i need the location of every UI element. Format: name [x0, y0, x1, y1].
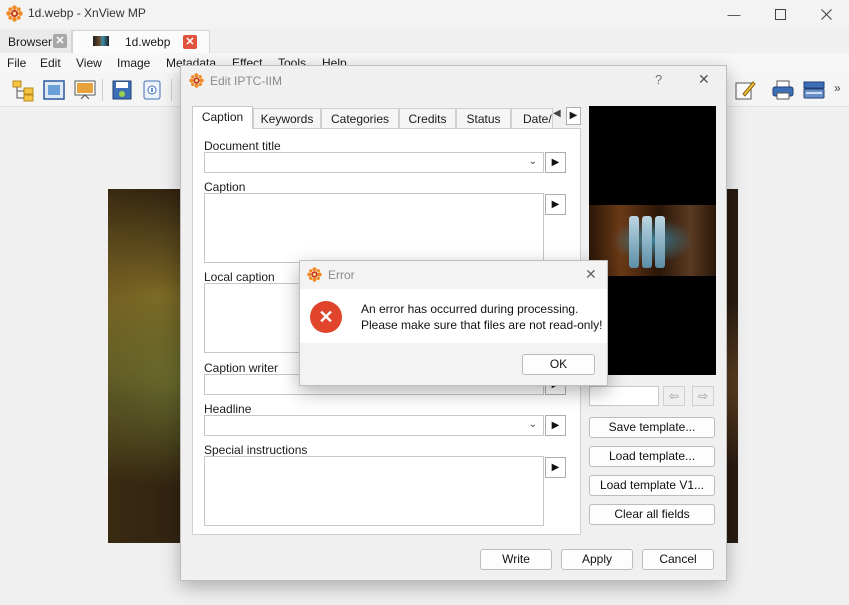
error-message-line1: An error has occurred during processing.: [361, 302, 579, 316]
image-preview: [589, 106, 716, 375]
scanner-icon[interactable]: [802, 78, 826, 102]
preview-phone-shape: [629, 216, 639, 268]
error-dialog: Error ✕ ✕ An error has occurred during p…: [299, 260, 608, 386]
dialog-title: Edit IPTC-IIM: [210, 74, 283, 88]
special-instructions-arrow-button[interactable]: ▶: [545, 457, 566, 478]
slideshow-icon[interactable]: [73, 78, 97, 102]
load-template-v1-button[interactable]: Load template V1...: [589, 475, 715, 496]
folder-tree-icon[interactable]: [11, 78, 35, 102]
close-error-button[interactable]: ✕: [585, 266, 597, 283]
xnview-logo-icon: [6, 5, 23, 22]
menu-file[interactable]: File: [7, 56, 26, 70]
caption-label: Caption: [204, 180, 246, 194]
tab-label: Browser: [8, 34, 53, 49]
close-icon: [820, 8, 832, 20]
error-message-line2: Please make sure that files are not read…: [361, 318, 603, 332]
dialog-title-bar: Edit IPTC-IIM ? ✕: [181, 66, 726, 96]
headline-label: Headline: [204, 402, 252, 416]
menu-edit[interactable]: Edit: [40, 56, 61, 70]
special-instructions-textarea[interactable]: [204, 456, 544, 526]
menu-view[interactable]: View: [76, 56, 102, 70]
window-title: 1d.webp - XnView MP: [28, 6, 146, 20]
chevron-down-icon: ⌄: [528, 156, 537, 167]
close-window-button[interactable]: [803, 0, 849, 28]
tab-browser[interactable]: Browser ✕: [0, 30, 72, 53]
caption-writer-label: Caption writer: [204, 361, 279, 375]
tab-scroll-left-icon[interactable]: ◀: [553, 108, 566, 124]
print-icon[interactable]: [771, 78, 795, 102]
save-template-button[interactable]: Save template...: [589, 417, 715, 438]
tab-credits[interactable]: Credits: [399, 108, 456, 128]
tab-date[interactable]: Date/: [511, 108, 553, 128]
toolbar-overflow-button[interactable]: »: [834, 81, 841, 95]
write-button[interactable]: Write: [480, 549, 552, 570]
properties-icon[interactable]: [140, 78, 164, 102]
tab-status[interactable]: Status: [456, 108, 511, 128]
tab-caption[interactable]: Caption: [192, 106, 253, 129]
tab-scroll-right-icon[interactable]: ▶: [566, 107, 581, 125]
help-button[interactable]: ?: [655, 72, 662, 87]
minimize-button[interactable]: —: [711, 0, 757, 28]
apply-button[interactable]: Apply: [561, 549, 633, 570]
preview-phone-shape: [642, 216, 652, 268]
save-icon[interactable]: [110, 78, 134, 102]
tab-keywords[interactable]: Keywords: [253, 108, 321, 128]
title-bar: 1d.webp - XnView MP —: [0, 0, 849, 28]
error-message-area: ✕ An error has occurred during processin…: [300, 289, 607, 343]
fit-window-icon[interactable]: [42, 78, 66, 102]
preview-phone-shape: [655, 216, 665, 268]
tab-image[interactable]: 1d.webp ✕: [72, 30, 210, 53]
preview-page-input[interactable]: [589, 386, 659, 406]
menu-image[interactable]: Image: [117, 56, 150, 70]
image-thumbnail-icon: [93, 36, 109, 46]
close-tab-icon[interactable]: ✕: [183, 35, 197, 49]
load-template-button[interactable]: Load template...: [589, 446, 715, 467]
xnview-logo-icon: [189, 73, 204, 88]
xnview-logo-icon: [307, 267, 322, 282]
error-title: Error: [328, 268, 355, 282]
caption-textarea[interactable]: [204, 193, 544, 263]
tab-label: 1d.webp: [125, 35, 171, 49]
maximize-icon: [774, 8, 786, 20]
local-caption-label: Local caption: [204, 270, 275, 284]
close-dialog-button[interactable]: ✕: [698, 71, 710, 88]
toolbar-separator: [171, 79, 172, 101]
error-icon: ✕: [310, 301, 342, 333]
iptc-tab-strip: Caption Keywords Categories Credits Stat…: [192, 106, 581, 129]
previous-image-button[interactable]: ⇦: [663, 386, 685, 406]
tab-categories[interactable]: Categories: [321, 108, 399, 128]
tab-bar: Browser ✕ 1d.webp ✕: [0, 28, 849, 53]
next-image-button[interactable]: ⇨: [692, 386, 714, 406]
cancel-button[interactable]: Cancel: [642, 549, 714, 570]
document-title-arrow-button[interactable]: ▶: [545, 152, 566, 173]
clear-all-fields-button[interactable]: Clear all fields: [589, 504, 715, 525]
toolbar-separator: [102, 79, 103, 101]
preview-photo: [589, 205, 716, 276]
maximize-button[interactable]: [757, 0, 803, 28]
ok-button[interactable]: OK: [522, 354, 595, 375]
document-title-label: Document title: [204, 139, 281, 153]
minimize-icon: —: [727, 6, 741, 22]
error-title-bar: Error ✕: [300, 261, 607, 289]
headline-arrow-button[interactable]: ▶: [545, 415, 566, 436]
caption-arrow-button[interactable]: ▶: [545, 194, 566, 215]
chevron-down-icon: ⌄: [528, 419, 537, 430]
close-tab-icon[interactable]: ✕: [53, 34, 67, 48]
headline-combo[interactable]: ⌄: [204, 415, 544, 436]
document-title-combo[interactable]: ⌄: [204, 152, 544, 173]
edit-pen-icon[interactable]: [733, 78, 757, 102]
special-instructions-label: Special instructions: [204, 443, 308, 457]
